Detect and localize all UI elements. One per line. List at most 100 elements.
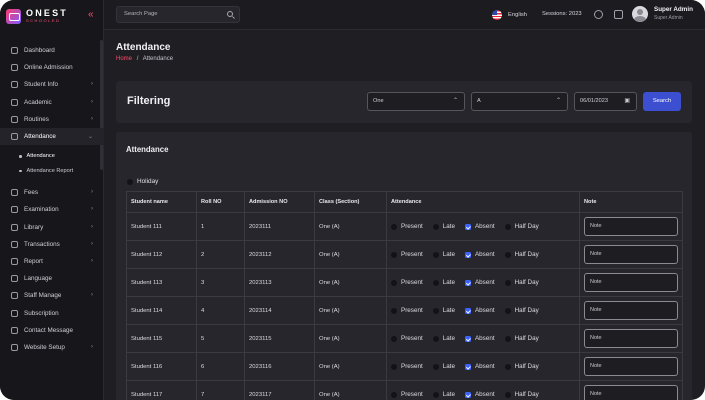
attendance-option-absent[interactable]: Absent bbox=[464, 307, 495, 314]
class-select[interactable]: One ⌃ bbox=[367, 92, 465, 111]
radio-icon[interactable] bbox=[432, 363, 439, 370]
language-selector[interactable]: English bbox=[492, 10, 527, 20]
session-label[interactable]: Sessions: 2023 bbox=[542, 11, 582, 17]
sidebar-item-library[interactable]: Library › bbox=[0, 219, 104, 236]
radio-icon[interactable] bbox=[432, 279, 439, 286]
checked-checkbox-icon[interactable] bbox=[464, 307, 471, 314]
theme-toggle-icon[interactable] bbox=[594, 10, 603, 19]
radio-icon[interactable] bbox=[504, 279, 511, 286]
attendance-option-half-day[interactable]: Half Day bbox=[504, 307, 539, 314]
radio-icon[interactable] bbox=[391, 391, 397, 398]
radio-icon[interactable] bbox=[504, 307, 511, 314]
sidebar-subitem-attendance-report[interactable]: Attendance Report bbox=[0, 164, 104, 179]
attendance-option-half-day[interactable]: Half Day bbox=[504, 363, 539, 370]
note-input[interactable]: Note bbox=[584, 329, 678, 348]
search-icon[interactable] bbox=[227, 11, 233, 17]
collapse-sidebar-icon[interactable]: « bbox=[88, 10, 94, 20]
sidebar-item-attendance[interactable]: Attendance ⌄ bbox=[0, 127, 104, 146]
search-button[interactable]: Search bbox=[643, 92, 681, 111]
attendance-option-half-day[interactable]: Half Day bbox=[504, 279, 539, 286]
radio-icon[interactable] bbox=[391, 363, 397, 370]
sidebar-item-student-info[interactable]: Student Info › bbox=[0, 76, 104, 93]
attendance-option-present[interactable]: Present bbox=[391, 335, 423, 342]
attendance-option-half-day[interactable]: Half Day bbox=[504, 223, 539, 230]
section-select[interactable]: A ⌃ bbox=[471, 92, 568, 111]
attendance-option-late[interactable]: Late bbox=[432, 223, 455, 230]
note-input[interactable]: Note bbox=[584, 217, 678, 236]
attendance-option-half-day[interactable]: Half Day bbox=[504, 251, 539, 258]
note-input[interactable]: Note bbox=[584, 273, 678, 292]
checked-checkbox-icon[interactable] bbox=[464, 335, 471, 342]
radio-icon[interactable] bbox=[391, 251, 397, 258]
user-name[interactable]: Super Admin bbox=[654, 6, 693, 13]
checked-checkbox-icon[interactable] bbox=[464, 363, 471, 370]
note-input[interactable]: Note bbox=[584, 385, 678, 400]
radio-icon[interactable] bbox=[391, 279, 397, 286]
attendance-option-absent[interactable]: Absent bbox=[464, 363, 495, 370]
attendance-option-absent[interactable]: Absent bbox=[464, 391, 495, 398]
attendance-option-present[interactable]: Present bbox=[391, 279, 423, 286]
radio-icon[interactable] bbox=[504, 223, 511, 230]
sidebar-item-academic[interactable]: Academic › bbox=[0, 94, 104, 111]
attendance-option-late[interactable]: Late bbox=[432, 335, 455, 342]
radio-icon[interactable] bbox=[432, 391, 439, 398]
sidebar-item-report[interactable]: Report › bbox=[0, 253, 104, 270]
sidebar-item-staff-manage[interactable]: Staff Manage › bbox=[0, 287, 104, 304]
attendance-option-present[interactable]: Present bbox=[391, 251, 423, 258]
sidebar-item-website-setup[interactable]: Website Setup › bbox=[0, 339, 104, 356]
checked-checkbox-icon[interactable] bbox=[464, 391, 471, 398]
attendance-option-present[interactable]: Present bbox=[391, 223, 423, 230]
avatar[interactable] bbox=[632, 6, 648, 22]
sidebar-item-transactions[interactable]: Transactions › bbox=[0, 236, 104, 253]
sidebar-item-fees[interactable]: Fees › bbox=[0, 184, 104, 201]
radio-icon[interactable] bbox=[432, 307, 439, 314]
radio-icon[interactable] bbox=[432, 335, 439, 342]
breadcrumb-home[interactable]: Home bbox=[116, 56, 132, 62]
fullscreen-icon[interactable] bbox=[614, 10, 623, 19]
logo[interactable]: ONEST SCHOOLED bbox=[6, 6, 68, 26]
attendance-option-late[interactable]: Late bbox=[432, 391, 455, 398]
attendance-option-present[interactable]: Present bbox=[391, 363, 423, 370]
attendance-option-absent[interactable]: Absent bbox=[464, 223, 495, 230]
radio-icon[interactable] bbox=[432, 223, 439, 230]
attendance-option-late[interactable]: Late bbox=[432, 251, 455, 258]
sidebar-item-routines[interactable]: Routines › bbox=[0, 111, 104, 128]
attendance-option-late[interactable]: Late bbox=[432, 307, 455, 314]
sidebar-item-language[interactable]: Language bbox=[0, 270, 104, 287]
attendance-option-absent[interactable]: Absent bbox=[464, 279, 495, 286]
attendance-option-half-day[interactable]: Half Day bbox=[504, 335, 539, 342]
attendance-option-late[interactable]: Late bbox=[432, 363, 455, 370]
attendance-option-absent[interactable]: Absent bbox=[464, 335, 495, 342]
radio-icon[interactable] bbox=[504, 363, 511, 370]
checked-checkbox-icon[interactable] bbox=[464, 279, 471, 286]
attendance-option-absent[interactable]: Absent bbox=[464, 251, 495, 258]
holiday-toggle[interactable] bbox=[127, 178, 133, 185]
radio-icon[interactable] bbox=[432, 251, 439, 258]
date-input[interactable]: 06/01/2023 ▣ bbox=[574, 92, 637, 111]
note-input[interactable]: Note bbox=[584, 245, 678, 264]
checked-checkbox-icon[interactable] bbox=[464, 251, 471, 258]
note-input[interactable]: Note bbox=[584, 301, 678, 320]
radio-icon[interactable] bbox=[504, 335, 511, 342]
attendance-option-present[interactable]: Present bbox=[391, 307, 423, 314]
holiday-checkbox[interactable]: Holiday bbox=[127, 178, 158, 185]
search-input[interactable]: Search Page bbox=[116, 6, 240, 23]
radio-icon[interactable] bbox=[391, 223, 397, 230]
sidebar-item-label: Dashboard bbox=[24, 47, 55, 55]
sidebar-subitem-attendance[interactable]: Attendance bbox=[0, 149, 104, 164]
sidebar-item-dashboard[interactable]: Dashboard bbox=[0, 42, 104, 59]
attendance-option-half-day[interactable]: Half Day bbox=[504, 391, 539, 398]
sidebar-item-subscription[interactable]: Subscription bbox=[0, 304, 104, 321]
sidebar-item-online-admission[interactable]: Online Admission bbox=[0, 59, 104, 76]
checked-checkbox-icon[interactable] bbox=[464, 223, 471, 230]
radio-icon[interactable] bbox=[391, 307, 397, 314]
calendar-icon[interactable]: ▣ bbox=[624, 93, 630, 110]
attendance-option-present[interactable]: Present bbox=[391, 391, 423, 398]
attendance-option-late[interactable]: Late bbox=[432, 279, 455, 286]
sidebar-item-examination[interactable]: Examination › bbox=[0, 201, 104, 218]
radio-icon[interactable] bbox=[391, 335, 397, 342]
radio-icon[interactable] bbox=[504, 391, 511, 398]
note-input[interactable]: Note bbox=[584, 357, 678, 376]
radio-icon[interactable] bbox=[504, 251, 511, 258]
sidebar-item-contact-message[interactable]: Contact Message bbox=[0, 322, 104, 339]
